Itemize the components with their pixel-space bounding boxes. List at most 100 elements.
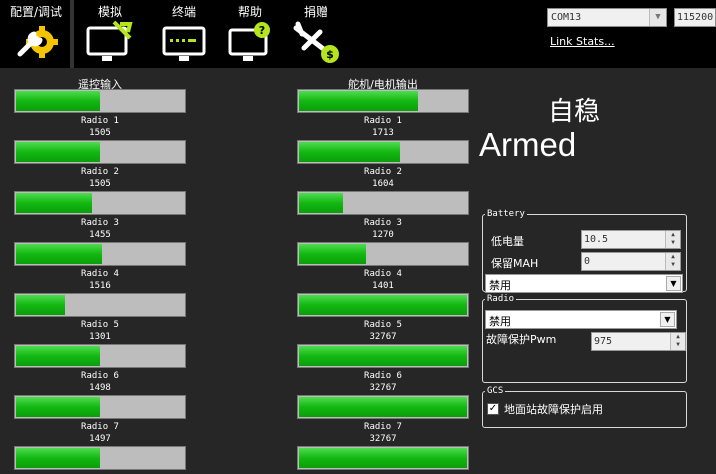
low-voltage-input[interactable]: 10.5 ▲ ▼ [581, 230, 681, 249]
failsafe-panel: 遥控输入 舵机/电机输出 Radio 1 1505 Radio 2 1505 Radio… [0, 69, 716, 474]
channel-name: Radio 5 [364, 320, 402, 330]
channel-value: 1497 [89, 434, 111, 444]
gcs-group: GCS ✓ 地面站故障保护启用 [482, 386, 687, 428]
menu-terminal[interactable]: 终端 [154, 0, 214, 68]
svg-text:$: $ [326, 48, 334, 61]
menu-simulation[interactable]: 模拟 [80, 0, 140, 68]
gauge-fill [299, 142, 400, 162]
donate-plane-icon: $ [293, 21, 339, 63]
spin-buttons[interactable]: ▲ ▼ [665, 253, 680, 270]
reserve-mah-value: 0 [584, 256, 591, 267]
channel-value: 32767 [369, 434, 397, 444]
help-monitor-icon: ? [228, 22, 270, 61]
battery-action-value: 禁用 [489, 279, 511, 292]
spin-up-icon[interactable]: ▲ [666, 253, 680, 261]
gauge-fill [299, 448, 467, 468]
port-select[interactable]: COM13 ▼ [547, 8, 667, 27]
servo-out-gauge [297, 242, 469, 266]
channel-name: Radio 6 [364, 371, 402, 381]
radio-action-select[interactable]: 禁用 ▼ [485, 310, 677, 329]
gcs-failsafe-checkbox[interactable]: ✓ [487, 403, 499, 415]
spin-buttons[interactable]: ▲ ▼ [670, 333, 685, 350]
channel-value: 1713 [372, 128, 394, 138]
servo-out-gauge [297, 395, 469, 419]
gauge-fill [299, 244, 367, 264]
menu-label: 配置/调试 [9, 5, 63, 19]
channel-value: 1505 [89, 179, 111, 189]
radio-in-gauge [14, 140, 186, 164]
failsafe-pwm-label: 故障保护Pwm [486, 333, 557, 346]
monitor-plane-icon [86, 20, 133, 61]
low-voltage-value: 10.5 [584, 234, 609, 245]
menu-label: 模拟 [97, 5, 122, 19]
chevron-down-icon[interactable]: ▼ [649, 9, 666, 26]
gauge-fill [299, 91, 419, 111]
spin-down-icon[interactable]: ▼ [666, 239, 680, 247]
gauge-fill [16, 193, 92, 213]
menu-label: 终端 [171, 5, 196, 19]
channel-name: Radio 2 [81, 167, 119, 177]
channel-value: 1516 [89, 281, 111, 291]
armed-status: Armed [479, 126, 577, 163]
link-stats-link[interactable]: Link Stats... [550, 35, 615, 48]
gauge-fill [16, 346, 100, 366]
battery-group: Battery 低电量 10.5 ▲ ▼ 保留MAH 0 ▲ ▼ 禁用 ▼ [482, 209, 687, 293]
channel-value: 1505 [89, 128, 111, 138]
channel-name: Radio 4 [364, 269, 402, 279]
battery-action-select[interactable]: 禁用 ▼ [485, 274, 683, 293]
menu-config-tuning[interactable]: 配置/调试 [6, 0, 66, 68]
channel-name: Radio 4 [81, 269, 119, 279]
radio-in-gauge [14, 293, 186, 317]
gauge-fill [16, 91, 100, 111]
baud-value: 115200 [677, 12, 714, 23]
channel-value: 1455 [89, 230, 111, 240]
wrench-gear-icon [17, 26, 58, 58]
menu-label: 捐赠 [303, 5, 328, 19]
radio-in-gauge [14, 89, 186, 113]
spin-up-icon[interactable]: ▲ [666, 231, 680, 239]
chevron-down-icon[interactable]: ▼ [666, 276, 681, 291]
battery-legend: Battery [487, 209, 525, 219]
servo-out-gauge [297, 446, 469, 470]
gauge-fill [299, 295, 467, 315]
channel-name: Radio 1 [81, 116, 119, 126]
channel-value: 1401 [372, 281, 394, 291]
spin-buttons[interactable]: ▲ ▼ [665, 231, 680, 248]
menu-donate[interactable]: 捐赠 $ [286, 0, 346, 68]
radio-in-gauge [14, 446, 186, 470]
servo-out-gauge [297, 89, 469, 113]
channel-value: 1270 [372, 230, 394, 240]
flight-mode: 自稳 [548, 97, 601, 127]
gauge-fill [16, 295, 65, 315]
spin-up-icon[interactable]: ▲ [671, 333, 685, 341]
channel-name: Radio 5 [81, 320, 119, 330]
gauge-fill [299, 193, 343, 213]
reserve-mah-input[interactable]: 0 ▲ ▼ [581, 252, 681, 271]
spin-down-icon[interactable]: ▼ [671, 341, 685, 349]
channel-name: Radio 6 [81, 371, 119, 381]
toolbar-divider [70, 0, 74, 68]
port-value: COM13 [551, 12, 582, 23]
terminal-monitor-icon [162, 26, 206, 61]
servo-out-gauge [297, 140, 469, 164]
spin-down-icon[interactable]: ▼ [666, 261, 680, 269]
failsafe-pwm-input[interactable]: 975 ▲ ▼ [591, 332, 686, 351]
channel-name: Radio 3 [81, 218, 119, 228]
channel-name: Radio 1 [364, 116, 402, 126]
failsafe-pwm-value: 975 [594, 336, 613, 347]
radio-in-gauge [14, 242, 186, 266]
channel-name: Radio 2 [364, 167, 402, 177]
svg-text:?: ? [259, 24, 265, 37]
channel-value: 32767 [369, 332, 397, 342]
channel-value: 1301 [89, 332, 111, 342]
chevron-down-icon[interactable]: ▼ [660, 312, 675, 327]
baud-select[interactable]: 115200 [674, 8, 716, 27]
radio-action-value: 禁用 [489, 315, 511, 328]
menu-help[interactable]: 帮助 ? [220, 0, 280, 68]
gauge-fill [16, 142, 100, 162]
radio-in-gauge [14, 395, 186, 419]
radio-group: Radio 禁用 ▼ 故障保护Pwm 975 ▲ ▼ [482, 294, 687, 383]
menu-label: 帮助 [237, 5, 262, 19]
low-voltage-label: 低电量 [491, 235, 524, 248]
gauge-fill [16, 244, 102, 264]
